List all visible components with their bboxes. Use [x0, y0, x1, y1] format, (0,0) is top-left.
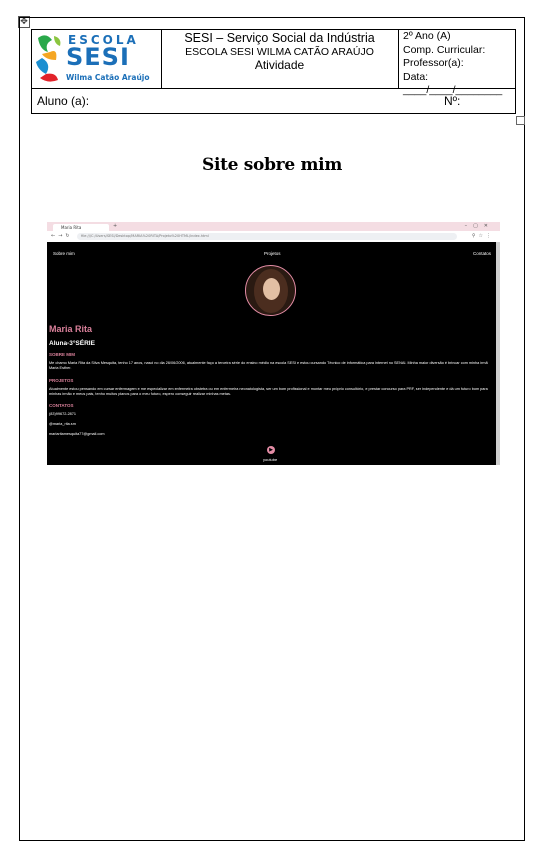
website-content: Sobre mim Projetos Contatos Maria Rita A…	[47, 242, 495, 465]
school-logo: ESCOLA SESI Wilma Catão Araújo	[32, 30, 162, 88]
document-title: Site sobre mim	[201, 155, 343, 175]
student-row: Aluno (a): Nº:	[31, 89, 516, 114]
site-nav-projects: Projetos	[264, 251, 281, 256]
student-name-label: Aluno (a):	[37, 94, 90, 108]
browser-scrollbar	[496, 242, 500, 465]
logo-text-wilma: Wilma Catão Araújo	[66, 73, 150, 82]
logo-text-sesi: SESI	[66, 43, 130, 71]
teacher-label: Professor(a):	[403, 57, 464, 69]
browser-toolbar-icon: ⚲☆⋮	[471, 233, 494, 239]
profile-photo	[245, 265, 296, 316]
component-label: Comp. Curricular:	[403, 43, 486, 56]
header-table: ESCOLA SESI Wilma Catão Araújo SESI – Se…	[31, 29, 516, 96]
contact-phone: (83)99672-2871	[49, 412, 77, 416]
projects-text: Atualmente estou pensando em cursar enfe…	[49, 387, 488, 397]
contact-instagram: @maria_rita.sm	[49, 422, 76, 426]
address-field: file:///C:/Users/SESI/Desktop/MARIA%20RI…	[77, 233, 457, 240]
header-center-cell: SESI – Serviço Social da Indústria ESCOL…	[161, 30, 399, 88]
site-nav-about: Sobre mim	[53, 251, 75, 256]
institution-name: SESI – Serviço Social da Indústria	[184, 31, 375, 45]
site-nav-contacts: Contatos	[473, 251, 492, 256]
youtube-icon: ▶	[267, 446, 275, 454]
contacts-heading: CONTATOS	[49, 403, 74, 408]
site-name: Maria Rita	[49, 324, 93, 334]
grade-label: 2º Ano (A)	[403, 30, 451, 42]
contact-email: mariaritamesquita77@gmail.com	[49, 432, 105, 436]
window-controls-icon: –▢✕	[464, 223, 494, 229]
youtube-label: youtube	[263, 457, 278, 462]
student-number-label: Nº:	[444, 94, 461, 108]
browser-tab-bar: Maria Rita + –▢✕	[47, 222, 500, 231]
about-heading: SOBRE MIM	[49, 352, 76, 357]
document-type: Atividade	[254, 58, 305, 72]
new-tab-icon: +	[113, 223, 118, 229]
browser-url-bar: ←→↻ file:///C:/Users/SESI/Desktop/MARIA%…	[47, 231, 500, 242]
projects-heading: PROJETOS	[49, 378, 74, 383]
header-info-cell: 2º Ano (A) Comp. Curricular: Professor(a…	[399, 30, 516, 96]
about-text: Me chamo Maria Rita da Silva Mesquita, t…	[49, 361, 488, 371]
browser-tab: Maria Rita	[53, 224, 109, 231]
site-grade: Aluna-3°SÉRIE	[49, 340, 95, 347]
school-name: ESCOLA SESI WILMA CATÃO ARAÚJO	[185, 46, 374, 58]
browser-nav-icon: ←→↻	[51, 233, 73, 239]
table-resize-handle[interactable]	[516, 116, 525, 125]
embedded-browser-screenshot: Maria Rita + –▢✕ ←→↻ file:///C:/Users/SE…	[47, 222, 500, 465]
